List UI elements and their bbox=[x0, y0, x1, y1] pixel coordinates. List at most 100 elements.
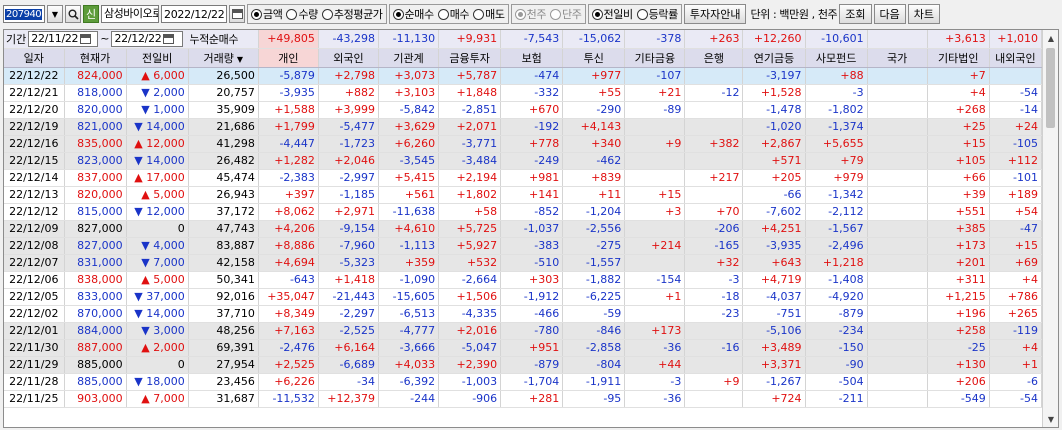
table-row[interactable]: 22/12/02 870,000 ▼ 14,000 37,710 +8,349 -2,297… bbox=[4, 305, 1043, 323]
investor-value-cell bbox=[867, 356, 928, 374]
table-row[interactable]: 22/12/15 823,000 ▼ 14,000 26,482 +1,282 +2,046… bbox=[4, 152, 1043, 170]
vertical-scrollbar[interactable]: ▲ ▼ bbox=[1042, 30, 1058, 427]
table-row[interactable]: 22/12/20 820,000 ▼ 1,000 35,909 +1,588 +3,999-… bbox=[4, 101, 1043, 119]
investor-value-cell: +15 bbox=[624, 186, 686, 204]
table-row[interactable]: 22/12/22 824,000 ▲ 6,000 26,500 -5,879 +2,798 +… bbox=[4, 67, 1043, 85]
column-header[interactable]: 거래량 ▼ bbox=[188, 48, 259, 68]
date-cell: 22/12/14 bbox=[4, 169, 65, 187]
table-row[interactable]: 22/12/19 821,000 ▼ 14,000 21,686 +1,799 -5,477… bbox=[4, 118, 1043, 136]
scroll-down-icon[interactable]: ▼ bbox=[1043, 411, 1058, 427]
radio-trade-1[interactable]: 매수 bbox=[437, 6, 470, 22]
column-header[interactable]: 연기금등 bbox=[742, 48, 806, 68]
investor-value-cell: -249 bbox=[500, 152, 564, 170]
query-button[interactable]: 조회 bbox=[839, 4, 872, 24]
up-triangle-icon: ▲ bbox=[141, 341, 150, 354]
investor-value-cell: +24 bbox=[989, 118, 1043, 136]
radio-unit-0[interactable]: 천주 bbox=[514, 6, 546, 22]
radio-unit-1[interactable]: 단주 bbox=[550, 6, 582, 22]
investor-value-cell: -2,297 bbox=[318, 305, 380, 323]
column-header[interactable]: 외국인 bbox=[318, 48, 380, 68]
investor-value-cell: +882 bbox=[318, 84, 380, 102]
investor-value-cell: -6,225 bbox=[562, 288, 626, 306]
radio-value-1[interactable]: 수량 bbox=[286, 6, 318, 22]
investor-value-cell: +1,418 bbox=[318, 271, 380, 289]
table-row[interactable]: 22/12/01 884,000 ▼ 3,000 48,256 +7,163 -2,525-… bbox=[4, 322, 1043, 340]
change-value: 12,000 bbox=[146, 205, 185, 218]
table-row[interactable]: 22/12/08 827,000 ▼ 4,000 83,887 +8,886 -7,960-… bbox=[4, 237, 1043, 255]
radio-trade-0[interactable]: 순매수 bbox=[392, 6, 434, 22]
table-row[interactable]: 22/12/09 827,000 0 47,743 +4,206 -9,154 +4,610… bbox=[4, 220, 1043, 238]
table-row[interactable]: 22/12/21 818,000 ▼ 2,000 20,757 -3,935 +882 +3,… bbox=[4, 84, 1043, 102]
stock-code-input[interactable]: 207940 bbox=[3, 5, 45, 23]
investor-value-cell: -1,090 bbox=[378, 271, 440, 289]
radio-compare-0[interactable]: 전일비 bbox=[591, 6, 633, 22]
sort-dropdown-icon[interactable]: ▼ bbox=[237, 55, 243, 64]
table-row[interactable]: 22/12/16 835,000 ▲ 12,000 41,298 -4,447 -1,723… bbox=[4, 135, 1043, 153]
calendar-icon bbox=[231, 9, 243, 19]
table-row[interactable]: 22/12/13 820,000 ▲ 5,000 26,943 +397 -1,185 +56… bbox=[4, 186, 1043, 204]
investor-value-cell: +1,848 bbox=[438, 84, 502, 102]
table-row[interactable]: 22/12/14 837,000 ▲ 17,000 45,474 -2,383 -2,997… bbox=[4, 169, 1043, 187]
investor-value-cell: -234 bbox=[805, 322, 868, 340]
investor-value-cell bbox=[867, 84, 928, 102]
change-cell: ▲ 5,000 bbox=[126, 186, 189, 204]
column-header[interactable]: 전일비 bbox=[126, 48, 189, 68]
date-cell: 22/12/16 bbox=[4, 135, 65, 153]
column-header[interactable]: 일자 bbox=[4, 48, 65, 68]
table-row[interactable]: 22/12/05 833,000 ▼ 37,000 92,016 +35,047 -21,4… bbox=[4, 288, 1043, 306]
investor-value-cell: +58 bbox=[438, 203, 502, 221]
column-header[interactable]: 투신 bbox=[562, 48, 626, 68]
period-to-input[interactable]: 22/12/22 bbox=[111, 30, 184, 47]
table-row[interactable]: 22/11/29 885,000 0 27,954 +2,525 -6,689 +4,033… bbox=[4, 356, 1043, 374]
column-header[interactable]: 사모펀드 bbox=[805, 48, 868, 68]
investor-value-cell bbox=[867, 135, 928, 153]
investor-value-cell: +281 bbox=[500, 390, 564, 408]
investor-value-cell: -59 bbox=[562, 305, 626, 323]
date-input[interactable]: 2022/12/22 bbox=[161, 5, 227, 23]
change-value: 5,000 bbox=[153, 188, 185, 201]
table-row[interactable]: 22/11/30 887,000 ▲ 2,000 69,391 -2,476 +6,164-… bbox=[4, 339, 1043, 357]
period-from-input[interactable]: 22/11/22 bbox=[28, 30, 99, 47]
column-header[interactable]: 국가 bbox=[867, 48, 928, 68]
change-cell: ▼ 12,000 bbox=[126, 203, 189, 221]
new-stock-badge[interactable]: 신 bbox=[83, 5, 99, 23]
radio-label: 단주 bbox=[562, 8, 582, 21]
column-header[interactable]: 기타법인 bbox=[927, 48, 990, 68]
radio-value-0[interactable]: 금액 bbox=[251, 6, 283, 22]
investor-value-cell: -5,047 bbox=[438, 339, 502, 357]
column-header[interactable]: 보험 bbox=[500, 48, 564, 68]
table-row[interactable]: 22/12/06 838,000 ▲ 5,000 50,341 -643 +1,418 -1,… bbox=[4, 271, 1043, 289]
column-header-label: 은행 bbox=[703, 51, 725, 65]
scroll-thumb[interactable] bbox=[1046, 48, 1055, 128]
investor-value-cell: +12,379 bbox=[318, 390, 380, 408]
investor-guide-button[interactable]: 투자자안내 bbox=[683, 4, 747, 24]
radio-trade-2[interactable]: 매도 bbox=[473, 6, 505, 22]
column-header[interactable]: 기관계 bbox=[378, 48, 440, 68]
next-button[interactable]: 다음 bbox=[873, 4, 906, 24]
investor-value-cell: -1,882 bbox=[562, 271, 626, 289]
investor-value-cell: +670 bbox=[500, 101, 564, 119]
column-header[interactable]: 개인 bbox=[258, 48, 319, 68]
table-row[interactable]: 22/11/28 885,000 ▼ 18,000 23,456 +6,226 -34 -6,… bbox=[4, 373, 1043, 391]
table-row[interactable]: 22/12/12 815,000 ▼ 12,000 37,172 +8,062 +2,971… bbox=[4, 203, 1043, 221]
investor-value-cell bbox=[684, 390, 744, 408]
column-header[interactable]: 은행 bbox=[684, 48, 744, 68]
scroll-up-icon[interactable]: ▲ bbox=[1043, 30, 1058, 46]
table-row[interactable]: 22/12/07 831,000 ▼ 7,000 42,158 +4,694 -5,323 +… bbox=[4, 254, 1043, 272]
radio-value-2[interactable]: 추정평균가 bbox=[321, 6, 383, 22]
investor-value-cell: +1,799 bbox=[258, 118, 319, 136]
code-dropdown-button[interactable]: ▼ bbox=[47, 5, 63, 23]
table-row[interactable]: 22/11/25 903,000 ▲ 7,000 31,687 -11,532 +12,37… bbox=[4, 390, 1043, 408]
volume-cell: 48,256 bbox=[188, 322, 259, 340]
chart-button[interactable]: 차트 bbox=[907, 4, 941, 24]
column-header[interactable]: 내외국인 bbox=[989, 48, 1043, 68]
column-header[interactable]: 현재가 bbox=[64, 48, 127, 68]
date-calendar-button[interactable] bbox=[229, 5, 245, 23]
column-header[interactable]: 금융투자 bbox=[438, 48, 502, 68]
radio-compare-1[interactable]: 등락률 bbox=[636, 6, 678, 22]
investor-value-cell: +385 bbox=[927, 220, 990, 238]
summary-cell: -10,601 bbox=[805, 30, 868, 49]
search-button[interactable] bbox=[65, 5, 81, 23]
price-cell: 833,000 bbox=[64, 288, 127, 306]
column-header[interactable]: 기타금융 bbox=[624, 48, 686, 68]
